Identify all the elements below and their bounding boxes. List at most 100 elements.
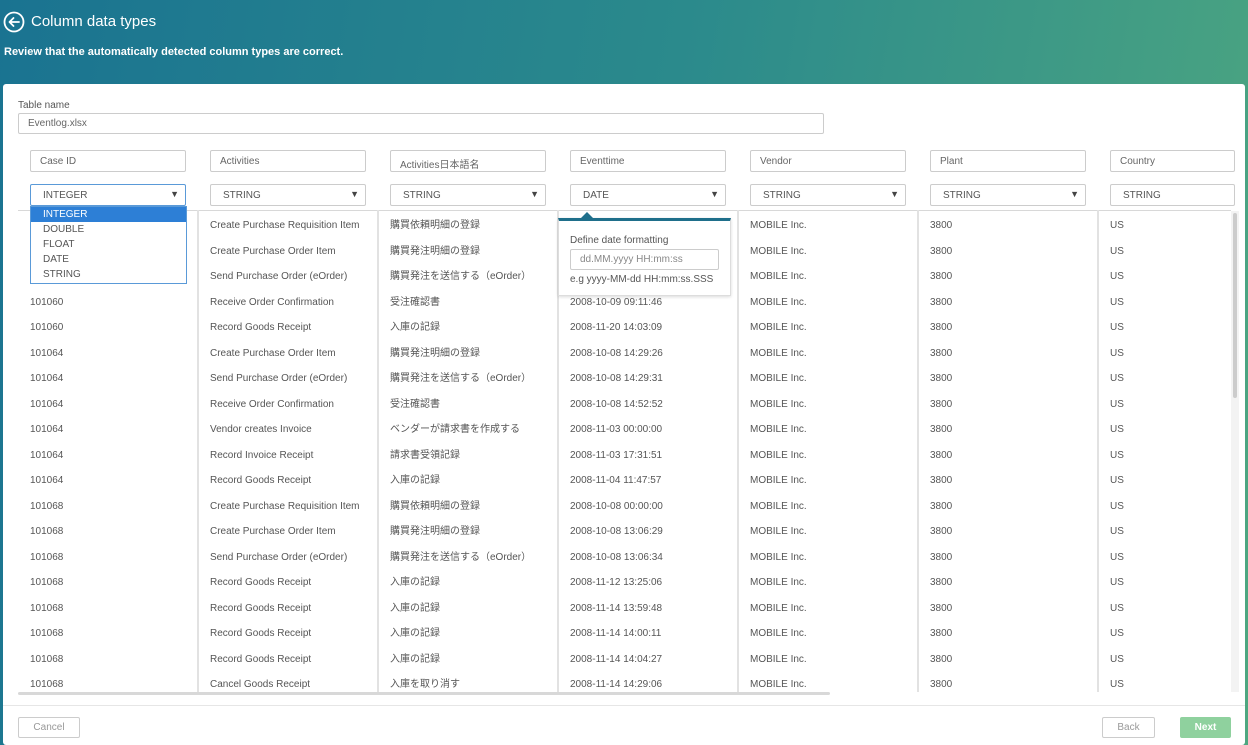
table-cell: 購買発注明細の登録 — [390, 347, 480, 359]
column-type-value: INTEGER — [43, 190, 88, 201]
grid-top-border — [18, 210, 1231, 211]
table-cell: US — [1110, 220, 1124, 231]
column-type-value: STRING — [403, 190, 441, 201]
table-cell: 2008-11-04 11:47:57 — [570, 475, 662, 486]
table-cell: MOBILE Inc. — [750, 296, 807, 308]
table-cell: 購買依頼明細の登録 — [390, 500, 480, 512]
column-name-input[interactable]: Activities日本語名 — [390, 150, 546, 172]
column-name-input[interactable]: Vendor — [750, 150, 906, 172]
table-cell: MOBILE Inc. — [750, 271, 807, 282]
table-cell: 2008-11-12 13:25:06 — [570, 577, 663, 588]
date-format-input[interactable]: dd.MM.yyyy HH:mm:ss — [570, 249, 719, 270]
column-type-value: DATE — [583, 190, 609, 201]
table-cell: MOBILE Inc. — [750, 577, 807, 588]
table-cell: 購買依頼明細の登録 — [390, 220, 480, 231]
date-format-hint: e.g yyyy-MM-dd HH:mm:ss.SSS — [570, 274, 714, 285]
table-cell: US — [1110, 271, 1124, 282]
column-type-select[interactable]: STRING ▼ — [210, 184, 366, 206]
table-row: 101068 Record Goods Receipt 入庫の記録 2008-11-1… — [3, 596, 1233, 621]
back-arrow-icon[interactable] — [3, 11, 25, 33]
main-panel: Table name Eventlog.xlsx Case ID INTEGER ▼… — [3, 84, 1245, 745]
table-cell: 受注確認書 — [390, 398, 440, 410]
table-cell: MOBILE Inc. — [750, 449, 807, 461]
table-cell: 2008-11-14 13:59:48 — [570, 602, 663, 614]
column-type-select[interactable]: STRING ▼ — [750, 184, 906, 206]
column-name-input[interactable]: Plant — [930, 150, 1086, 172]
type-dropdown-menu: INTEGER DOUBLE FLOAT DATE STRING — [30, 206, 187, 284]
type-option[interactable]: FLOAT — [31, 237, 186, 252]
column-type-value: STRING — [943, 190, 981, 201]
table-name-input[interactable]: Eventlog.xlsx — [18, 113, 824, 134]
footer-divider — [3, 705, 1245, 706]
column-type-select[interactable]: INTEGER ▼ — [30, 184, 186, 206]
table-cell: MOBILE Inc. — [750, 500, 807, 512]
table-cell: 購買発注を送信する（eOrder） — [390, 271, 532, 282]
horizontal-scrollbar[interactable] — [18, 692, 830, 695]
table-cell: US — [1110, 679, 1124, 690]
table-cell: Vendor creates Invoice — [210, 424, 312, 435]
table-cell: 3800 — [930, 322, 953, 333]
table-cell: 購買発注を送信する（eOrder） — [390, 373, 532, 384]
table-cell: 101064 — [30, 449, 64, 461]
table-cell: 2008-11-20 14:03:09 — [570, 322, 663, 333]
back-button[interactable]: Back — [1102, 717, 1155, 738]
column-type-select[interactable]: STRING ▼ — [930, 184, 1086, 206]
table-cell: 入庫の記録 — [390, 653, 440, 665]
column-name-input[interactable]: Case ID — [30, 150, 186, 172]
table-row: 101068 Send Purchase Order (eOrder) 購買発注を送… — [3, 545, 1233, 570]
type-option[interactable]: DOUBLE — [31, 222, 186, 237]
vertical-scrollbar-thumb[interactable] — [1233, 213, 1237, 398]
table-cell: US — [1110, 322, 1124, 333]
type-option[interactable]: STRING — [31, 267, 186, 282]
column-type-select[interactable]: STRING ▼ — [390, 184, 546, 206]
cancel-button[interactable]: Cancel — [18, 717, 80, 738]
table-cell: 101064 — [30, 475, 64, 486]
table-cell: MOBILE Inc. — [750, 347, 807, 359]
table-cell: Record Goods Receipt — [210, 602, 312, 614]
date-format-popup: Define date formatting dd.MM.yyyy HH:mm:… — [558, 218, 731, 296]
table-cell: MOBILE Inc. — [750, 602, 807, 614]
table-cell: Record Goods Receipt — [210, 628, 312, 639]
next-button[interactable]: Next — [1180, 717, 1231, 738]
table-cell: 101064 — [30, 347, 64, 359]
chevron-down-icon: ▼ — [530, 189, 539, 199]
table-row: 101064 Record Goods Receipt 入庫の記録 2008-11-0… — [3, 468, 1233, 493]
table-cell: 2008-10-08 14:29:31 — [570, 373, 663, 384]
page-title: Column data types — [31, 13, 157, 30]
table-row: 101068 Create Purchase Requisition Item 購買… — [3, 494, 1233, 519]
table-row: 101064 Send Purchase Order (eOrder) 購買発注を送… — [3, 366, 1233, 391]
type-option[interactable]: INTEGER — [31, 207, 186, 222]
table-cell: US — [1110, 500, 1124, 512]
column-name-input[interactable]: Activities — [210, 150, 366, 172]
table-cell: Create Purchase Requisition Item — [210, 500, 360, 512]
table-cell: Receive Order Confirmation — [210, 296, 334, 308]
table-cell: US — [1110, 398, 1124, 410]
table-cell: Send Purchase Order (eOrder) — [210, 551, 348, 563]
table-cell: Receive Order Confirmation — [210, 398, 334, 410]
table-cell: Send Purchase Order (eOrder) — [210, 373, 348, 384]
column-name-input[interactable]: Eventtime — [570, 150, 726, 172]
table-cell: MOBILE Inc. — [750, 245, 807, 257]
type-option[interactable]: DATE — [31, 252, 186, 267]
table-cell: 入庫の記録 — [390, 322, 440, 333]
table-cell: 3800 — [930, 424, 953, 435]
table-cell: 購買発注明細の登録 — [390, 245, 480, 257]
chevron-down-icon: ▼ — [890, 189, 899, 199]
column-type-select[interactable]: STRING — [1110, 184, 1235, 206]
table-cell: MOBILE Inc. — [750, 398, 807, 410]
column-type-select[interactable]: DATE ▼ — [570, 184, 726, 206]
table-cell: MOBILE Inc. — [750, 628, 807, 639]
table-cell: 購買発注明細の登録 — [390, 526, 480, 537]
table-cell: Create Purchase Requisition Item — [210, 220, 360, 231]
table-cell: 3800 — [930, 347, 953, 359]
column-name-input[interactable]: Country — [1110, 150, 1235, 172]
table-cell: 101064 — [30, 398, 64, 410]
table-cell: 3800 — [930, 296, 953, 308]
chevron-down-icon: ▼ — [1070, 189, 1079, 199]
table-cell: 101068 — [30, 551, 64, 563]
table-cell: 3800 — [930, 373, 953, 384]
table-cell: US — [1110, 475, 1124, 486]
table-cell: Create Purchase Order Item — [210, 347, 336, 359]
table-cell: 3800 — [930, 653, 953, 665]
table-cell: Record Goods Receipt — [210, 322, 312, 333]
